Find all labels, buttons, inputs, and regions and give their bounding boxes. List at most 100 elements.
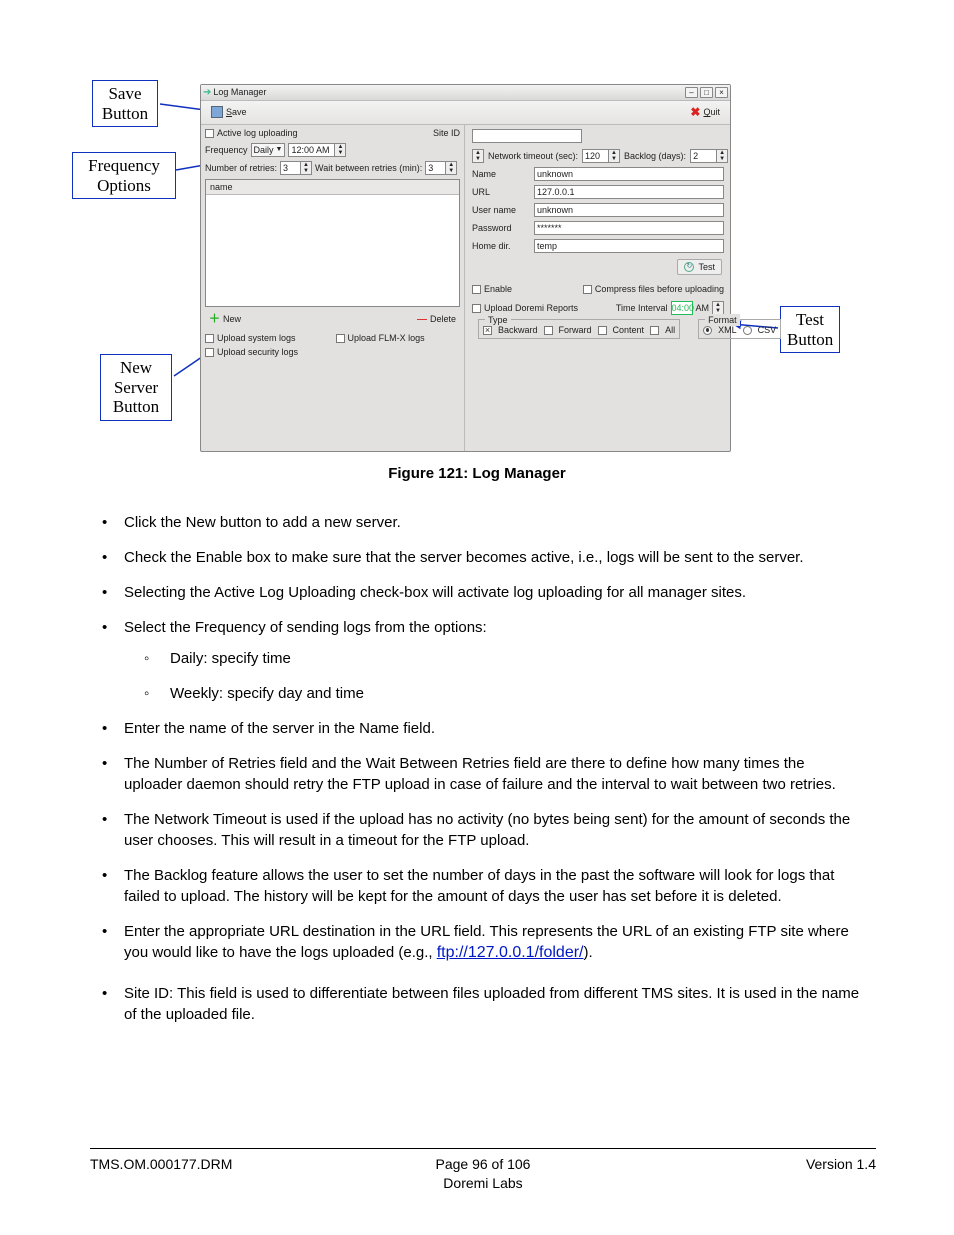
footer-left: TMS.OM.000177.DRM (90, 1155, 436, 1174)
server-list[interactable]: name (205, 179, 460, 307)
spin-down-icon[interactable]: ▼ (335, 150, 345, 156)
window-maximize[interactable]: □ (700, 87, 713, 98)
frequency-value: Daily (254, 144, 274, 156)
callout-test-text: Test Button (787, 310, 833, 349)
test-button[interactable]: ↻Test (677, 259, 722, 275)
frequency-time[interactable]: 12:00 AM ▲▼ (288, 143, 346, 157)
compress-checkbox[interactable] (583, 285, 592, 294)
bullet-item: Enter the name of the server in the Name… (124, 718, 864, 739)
bullet-item: The Number of Retries field and the Wait… (124, 753, 864, 795)
enable-label: Enable (484, 283, 512, 295)
document-body: Click the New button to add a new server… (90, 512, 864, 1024)
net-timeout-input[interactable]: 120▲▼ (582, 149, 620, 163)
quit-label: uit (710, 107, 720, 117)
minus-icon: — (417, 313, 427, 327)
type-all-label: All (665, 324, 675, 336)
delete-button[interactable]: —Delete (413, 311, 460, 328)
ftp-link[interactable]: ftp://127.0.0.1/folder/ (437, 944, 584, 961)
time-interval-value[interactable]: 04:00 (671, 301, 693, 315)
figure-caption: Figure 121: Log Manager (90, 464, 864, 484)
window-close[interactable]: × (715, 87, 728, 98)
titlebar: ➔ Log Manager – □ × (201, 85, 730, 101)
format-xml-radio[interactable] (703, 326, 712, 335)
upload-security-checkbox[interactable] (205, 348, 214, 357)
callout-test: Test Button (780, 306, 840, 353)
bullet-item: The Backlog feature allows the user to s… (124, 865, 864, 907)
password-input[interactable]: ******* (534, 221, 724, 235)
time-interval-ampm: AM (696, 302, 710, 314)
quit-button[interactable]: ✖ Quit (684, 102, 726, 122)
callout-save-text: Save Button (102, 84, 148, 123)
type-forward-label: Forward (559, 324, 592, 336)
callout-new-text: New Server Button (113, 358, 159, 416)
upload-security-label: Upload security logs (217, 346, 298, 358)
net-timeout-value[interactable]: 120 (582, 149, 608, 163)
upload-flmx-checkbox[interactable] (336, 334, 345, 343)
url-label: URL (472, 186, 528, 198)
page-footer: TMS.OM.000177.DRM Page 96 of 106 Doremi … (90, 1148, 876, 1193)
type-group: Type Backward Forward Content All (478, 319, 680, 339)
frequency-time-value[interactable]: 12:00 AM (288, 143, 334, 157)
name-input[interactable]: unknown (534, 167, 724, 181)
bullet-text: Select the Frequency of sending logs fro… (124, 619, 487, 636)
type-content-checkbox[interactable] (598, 326, 607, 335)
active-log-checkbox[interactable] (205, 129, 214, 138)
time-interval-label: Time Interval (616, 302, 668, 314)
server-list-header: name (206, 180, 459, 195)
backlog-label: Backlog (days): (624, 150, 686, 162)
retries-value[interactable]: 3 (280, 161, 300, 175)
doremi-checkbox[interactable] (472, 304, 481, 313)
footer-page: Page 96 of 106 (436, 1155, 531, 1174)
type-legend: Type (485, 314, 511, 326)
backlog-value[interactable]: 2 (690, 149, 716, 163)
footer-company: Doremi Labs (436, 1174, 531, 1193)
doremi-label: Upload Doremi Reports (484, 302, 578, 314)
window-minimize[interactable]: – (685, 87, 698, 98)
callout-save: Save Button (92, 80, 158, 127)
save-label: ave (232, 107, 247, 117)
log-manager-window: ➔ Log Manager – □ × Save ✖ Quit (200, 84, 731, 452)
format-csv-radio[interactable] (743, 326, 752, 335)
upload-flmx-label: Upload FLM-X logs (348, 332, 425, 344)
password-label: Password (472, 222, 528, 234)
format-group: Format XML CSV (698, 319, 781, 339)
callout-new: New Server Button (100, 354, 172, 421)
site-id-input[interactable] (472, 129, 582, 143)
user-label: User name (472, 204, 528, 216)
sub-bullet: Daily: specify time (170, 648, 864, 669)
window-title: Log Manager (213, 86, 685, 98)
name-label: Name (472, 168, 528, 180)
net-timeout-label: Network timeout (sec): (488, 150, 578, 162)
type-forward-checkbox[interactable] (544, 326, 553, 335)
right-panel: ▲▼ Network timeout (sec): 120▲▼ Backlog … (466, 125, 730, 451)
user-input[interactable]: unknown (534, 203, 724, 217)
active-log-label: Active log uploading (217, 127, 298, 139)
site-id-label: Site ID (433, 127, 460, 139)
type-all-checkbox[interactable] (650, 326, 659, 335)
sub-bullet: Weekly: specify day and time (170, 683, 864, 704)
callout-frequency: Frequency Options (72, 152, 176, 199)
upload-system-checkbox[interactable] (205, 334, 214, 343)
type-backward-checkbox[interactable] (483, 326, 492, 335)
wait-label: Wait between retries (min): (315, 162, 422, 174)
footer-version: Version 1.4 (530, 1155, 876, 1174)
wait-value[interactable]: 3 (425, 161, 445, 175)
homedir-input[interactable]: temp (534, 239, 724, 253)
wait-input[interactable]: 3▲▼ (425, 161, 457, 175)
compress-label: Compress files before uploading (595, 283, 724, 295)
save-button[interactable]: Save (205, 104, 253, 120)
frequency-select[interactable]: Daily ▼ (251, 143, 286, 157)
retries-label: Number of retries: (205, 162, 277, 174)
new-button[interactable]: ＋New (205, 311, 245, 328)
chevron-down-icon: ▼ (276, 145, 283, 154)
bullet-item: Site ID: This field is used to different… (124, 983, 864, 1025)
refresh-icon: ↻ (684, 262, 694, 272)
frequency-label: Frequency (205, 144, 248, 156)
quit-icon: ✖ (690, 104, 700, 120)
backlog-input[interactable]: 2▲▼ (690, 149, 728, 163)
left-panel: Active log uploading Site ID Frequency D… (201, 125, 465, 451)
enable-checkbox[interactable] (472, 285, 481, 294)
retries-input[interactable]: 3▲▼ (280, 161, 312, 175)
url-input[interactable]: 127.0.0.1 (534, 185, 724, 199)
format-legend: Format (705, 314, 740, 326)
